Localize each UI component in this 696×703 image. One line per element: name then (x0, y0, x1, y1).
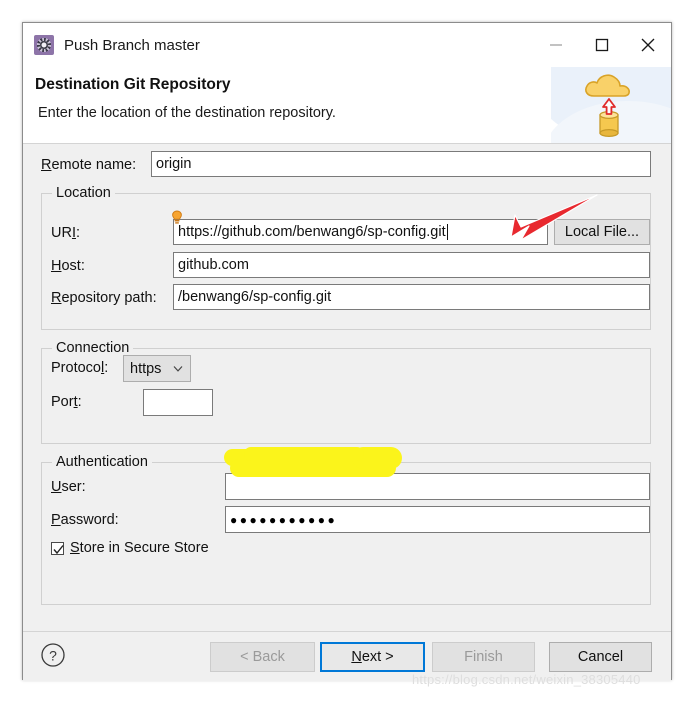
protocol-value: https (130, 360, 162, 377)
repository-path-input[interactable]: /benwang6/sp-config.git (173, 284, 650, 310)
finish-button[interactable]: Finish (432, 642, 535, 672)
lightbulb-hint-icon (172, 210, 182, 224)
port-label: Port: (51, 394, 82, 410)
help-question-icon[interactable]: ? (40, 642, 66, 668)
checkbox-box (51, 541, 64, 555)
banner-artwork (551, 67, 671, 143)
protocol-label: Protocol: (51, 360, 109, 376)
authentication-group-title: Authentication (52, 454, 152, 470)
store-secure-store-label: Store in Secure Store (70, 540, 209, 556)
remote-name-input[interactable]: origin (151, 151, 651, 177)
svg-text:?: ? (49, 648, 57, 664)
uri-input[interactable]: https://github.com/benwang6/sp-config.gi… (173, 219, 548, 245)
wizard-banner: Destination Git Repository Enter the loc… (23, 67, 671, 144)
connection-group-title: Connection (52, 340, 134, 356)
maximize-button[interactable] (579, 23, 625, 67)
local-file-button[interactable]: Local File... (554, 219, 650, 245)
close-button[interactable] (625, 23, 671, 67)
window-controls (533, 23, 671, 67)
user-input[interactable] (225, 473, 650, 500)
title-bar: Push Branch master (23, 23, 671, 67)
host-input[interactable]: github.com (173, 252, 650, 278)
password-input[interactable]: ●●●●●●●●●●● (225, 506, 650, 533)
watermark: https://blog.csdn.net/weixin_38305440 (412, 672, 641, 687)
minimize-icon (550, 44, 562, 46)
chevron-down-icon (173, 365, 183, 372)
close-icon (641, 38, 655, 52)
cloud-upload-database-icon (585, 74, 630, 138)
page-title: Destination Git Repository (35, 76, 231, 93)
repository-path-label: Repository path: (51, 290, 157, 306)
checkmark-icon (53, 544, 64, 554)
user-label: User: (51, 479, 86, 495)
back-button[interactable]: < Back (210, 642, 315, 672)
push-branch-dialog: Push Branch master Destination Git Repos… (22, 22, 672, 681)
minimize-button[interactable] (533, 23, 579, 67)
uri-label: URI: (51, 225, 81, 241)
next-button-label: Next > (351, 649, 394, 665)
store-secure-store-checkbox[interactable]: Store in Secure Store (51, 540, 209, 556)
dialog-content: Remote name: origin Location URI: https:… (23, 144, 671, 631)
maximize-icon (595, 38, 609, 52)
page-subtitle: Enter the location of the destination re… (38, 105, 336, 121)
host-label: Host: (51, 258, 85, 274)
remote-name-label: Remote name: (41, 157, 137, 173)
location-group-title: Location (52, 185, 115, 201)
port-input[interactable] (143, 389, 213, 416)
protocol-select[interactable]: https (123, 355, 191, 382)
screenshot-root: Push Branch master Destination Git Repos… (0, 0, 696, 703)
next-button[interactable]: Next > (320, 642, 425, 672)
eclipse-gear-icon (34, 35, 54, 55)
cancel-button[interactable]: Cancel (549, 642, 652, 672)
uri-value: https://github.com/benwang6/sp-config.gi… (178, 224, 446, 240)
text-caret (446, 224, 448, 240)
password-value: ●●●●●●●●●●● (230, 512, 338, 527)
window-title: Push Branch master (64, 36, 200, 54)
password-label: Password: (51, 512, 119, 528)
